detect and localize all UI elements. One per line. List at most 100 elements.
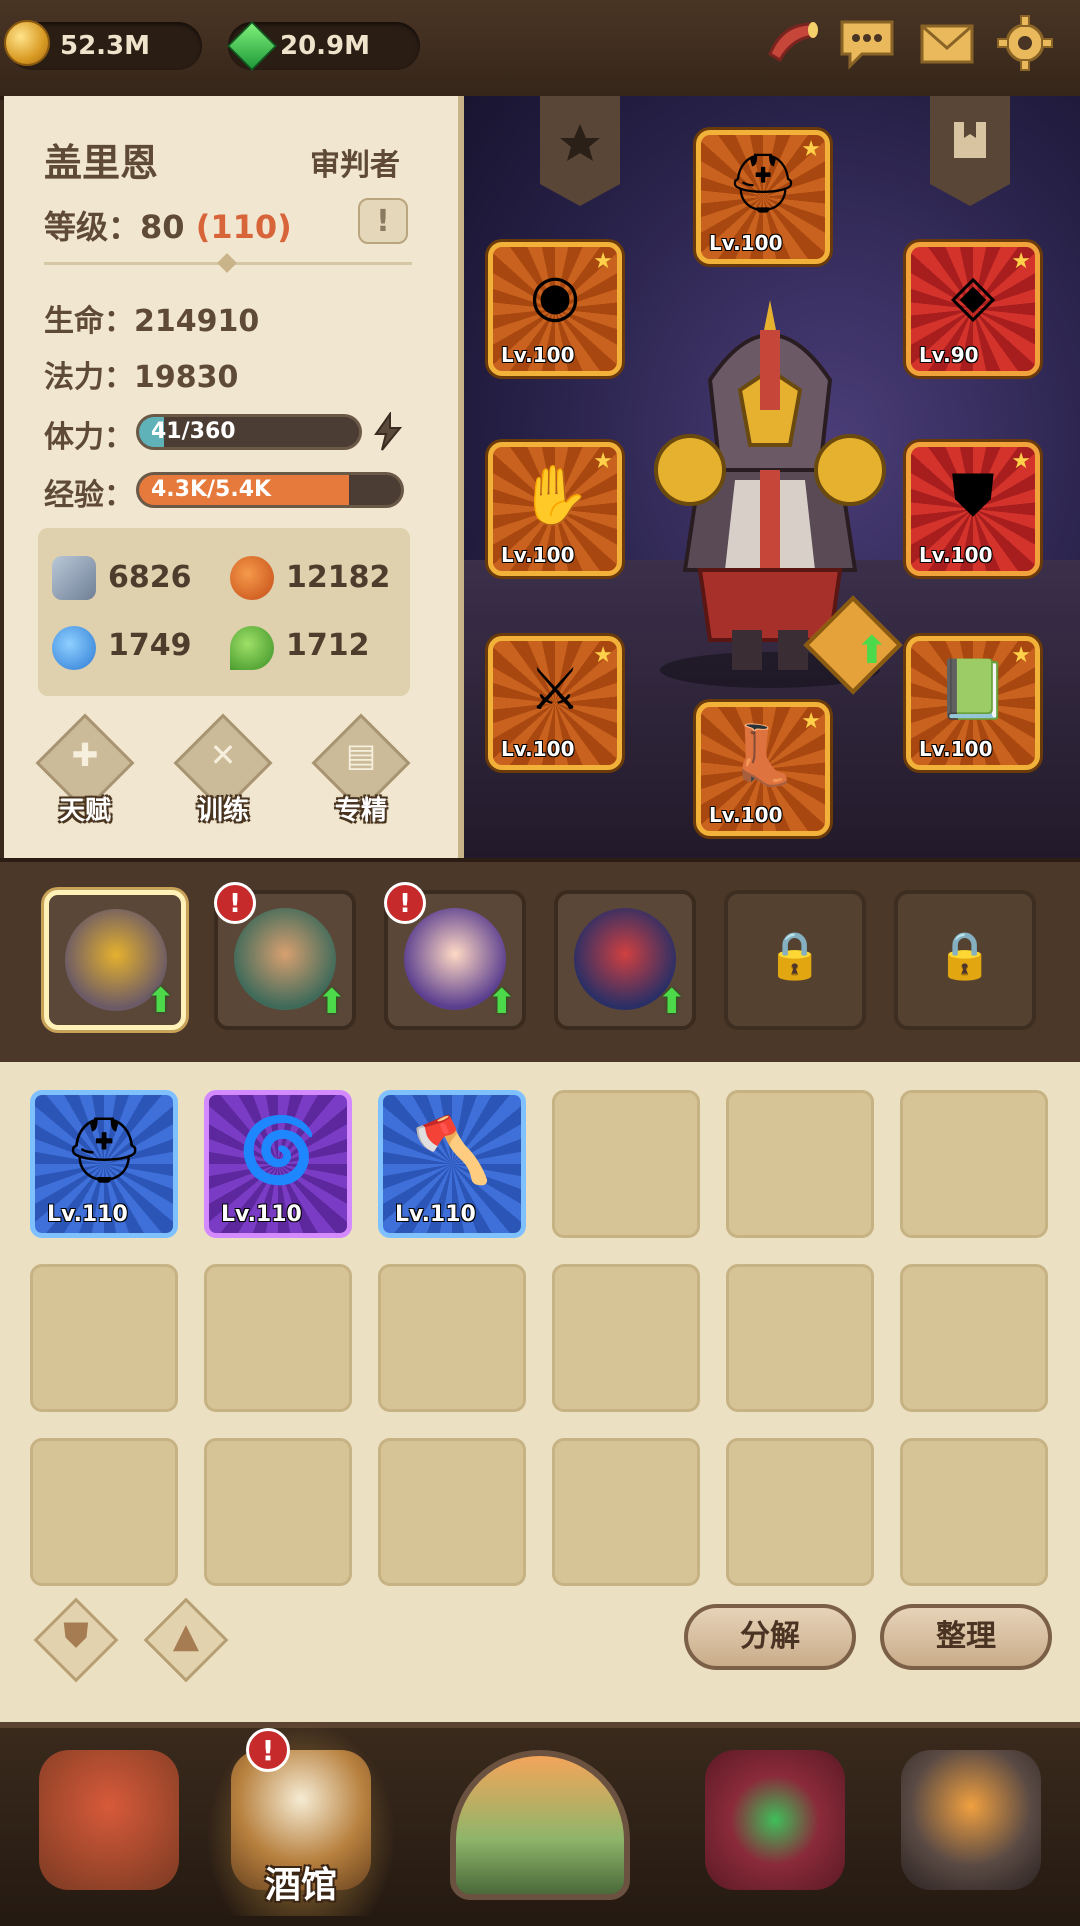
inventory-empty-slot[interactable] — [900, 1264, 1048, 1412]
inventory-empty-slot[interactable] — [378, 1264, 526, 1412]
plus-icon: ✚ — [71, 736, 99, 774]
filter-material-button[interactable]: ▲ — [143, 1597, 229, 1683]
tavern-label: 酒馆 — [264, 1865, 337, 1906]
level-label: 等级： — [44, 208, 141, 246]
inventory-empty-slot[interactable] — [378, 1438, 526, 1586]
lock-icon: 🔒 — [766, 928, 824, 982]
decompose-button[interactable]: 分解 — [684, 1604, 856, 1670]
equip-slot-helmet[interactable]: ⛑ ★ Lv.100 — [696, 130, 830, 264]
inventory-empty-slot[interactable] — [552, 1264, 700, 1412]
level-info-button[interactable]: ! — [358, 198, 408, 244]
inventory-empty-slot[interactable] — [552, 1090, 700, 1238]
mastery-label: 专精 — [334, 796, 387, 826]
mp-row: 法力：19830 — [44, 352, 238, 396]
gold-amount: 52.3M — [60, 31, 151, 61]
roster-hero-elf[interactable]: ⬆ ! — [214, 882, 356, 1030]
inventory-empty-slot[interactable] — [726, 1264, 874, 1412]
nature-icon — [230, 626, 274, 670]
roster-locked-slot[interactable]: 🔒 — [894, 890, 1036, 1030]
nav-tavern[interactable]: ! 酒馆 — [206, 1720, 396, 1916]
mastery-button[interactable]: ▤ 专精 — [311, 713, 411, 826]
inventory-empty-slot[interactable] — [552, 1438, 700, 1586]
mail-icon[interactable] — [918, 14, 976, 72]
nav-treasury[interactable] — [680, 1720, 870, 1916]
equip-slot-amulet[interactable]: ◉ ★ Lv.100 — [488, 242, 622, 376]
inventory-empty-slot[interactable] — [900, 1090, 1048, 1238]
level-cap: (110) — [195, 208, 292, 246]
gem-counter[interactable]: 20.9M — [227, 21, 420, 71]
attribute-box — [38, 528, 410, 696]
inventory-empty-slot[interactable] — [30, 1438, 178, 1586]
knight-helm-icon: ⛑ — [63, 1114, 145, 1188]
hero-level: 等级：80 (110) — [44, 202, 292, 248]
sword-icon — [52, 556, 96, 600]
attack-value: 6826 — [108, 560, 192, 595]
equip-level: Lv.100 — [501, 543, 575, 567]
mp-value: 19830 — [134, 360, 239, 395]
inventory-empty-slot[interactable] — [204, 1438, 352, 1586]
gold-counter[interactable]: 52.3M — [4, 20, 202, 70]
inventory-item-axe[interactable]: 🪓 Lv.110 — [378, 1090, 526, 1238]
stone-bracer-icon: 🌀 — [238, 1114, 318, 1188]
item-level: Lv.110 — [395, 1202, 476, 1227]
nature-value: 1712 — [286, 628, 370, 663]
roster-hero-assassin[interactable]: ⬆ — [554, 890, 696, 1030]
equip-slot-weapon[interactable]: ⚔ ★ Lv.100 — [488, 636, 622, 770]
upgrade-arrow-icon: ⬆ — [317, 982, 347, 1022]
inventory-empty-slot[interactable] — [30, 1264, 178, 1412]
inventory-empty-slot[interactable] — [726, 1090, 874, 1238]
mp-label: 法力： — [44, 360, 134, 395]
hero-class: 审判者 — [310, 148, 400, 183]
equip-slot-tome[interactable]: 📗 ★ Lv.100 — [906, 636, 1040, 770]
stamina-label: 体力： — [44, 420, 134, 455]
roster-hero-sorceress[interactable]: ⬆ ! — [384, 882, 526, 1030]
inventory-empty-slot[interactable] — [726, 1438, 874, 1586]
star-icon: ★ — [593, 449, 613, 474]
item-level: Lv.110 — [221, 1202, 302, 1227]
alert-badge: ! — [214, 882, 256, 924]
sort-button[interactable]: 整理 — [880, 1604, 1052, 1670]
settings-icon[interactable] — [996, 14, 1054, 72]
inventory-item-bracer[interactable]: 🌀 Lv.110 — [204, 1090, 352, 1238]
stamina-text: 41/360 — [151, 419, 236, 444]
gold-coin-icon — [4, 20, 50, 66]
stamina-recharge-icon[interactable] — [370, 410, 406, 452]
level-value: 80 — [140, 208, 185, 246]
inventory-empty-slot[interactable] — [900, 1438, 1048, 1586]
inventory-item-helm[interactable]: ⛑ Lv.110 — [30, 1090, 178, 1238]
inventory-empty-slot[interactable] — [204, 1264, 352, 1412]
nav-home[interactable] — [14, 1720, 204, 1916]
star-icon: ★ — [801, 137, 821, 162]
equip-slot-armor[interactable]: ⛊ ★ Lv.100 — [906, 442, 1040, 576]
gem-icon — [227, 21, 277, 71]
nav-forge[interactable] — [876, 1720, 1066, 1916]
fire-value: 12182 — [286, 560, 391, 595]
house-icon — [39, 1750, 179, 1890]
upgrade-arrow-icon: ⬆ — [657, 982, 687, 1022]
codex-banner[interactable] — [930, 96, 1010, 206]
equip-level: Lv.100 — [709, 231, 783, 255]
armor-filter-icon: ⛊ — [63, 1616, 89, 1656]
favorite-banner[interactable] — [540, 96, 620, 206]
roster-locked-slot[interactable]: 🔒 — [724, 890, 866, 1030]
roster-hero-judicator[interactable]: ⬆ — [44, 890, 186, 1030]
equip-slot-ring[interactable]: ◈ ★ Lv.90 — [906, 242, 1040, 376]
nav-adventure[interactable] — [420, 1720, 660, 1916]
training-label: 训练 — [196, 796, 249, 826]
equip-level: Lv.100 — [501, 737, 575, 761]
training-button[interactable]: ✕ 训练 — [173, 713, 273, 826]
star-icon: ★ — [1011, 643, 1031, 668]
equip-slot-gloves[interactable]: ✋ ★ Lv.100 — [488, 442, 622, 576]
alert-badge: ! — [246, 1728, 290, 1772]
equip-level: Lv.100 — [501, 343, 575, 367]
equip-level: Lv.100 — [709, 803, 783, 827]
horn-icon[interactable] — [762, 14, 820, 72]
talent-button[interactable]: ✚ 天赋 — [35, 713, 135, 826]
adventure-portal-icon — [450, 1750, 630, 1900]
star-icon: ★ — [1011, 449, 1031, 474]
equip-slot-boots[interactable]: 👢 ★ Lv.100 — [696, 702, 830, 836]
chat-icon[interactable] — [838, 14, 896, 72]
exp-text: 4.3K/5.4K — [151, 477, 272, 502]
equip-level: Lv.100 — [919, 737, 993, 761]
filter-armor-button[interactable]: ⛊ — [33, 1597, 119, 1683]
